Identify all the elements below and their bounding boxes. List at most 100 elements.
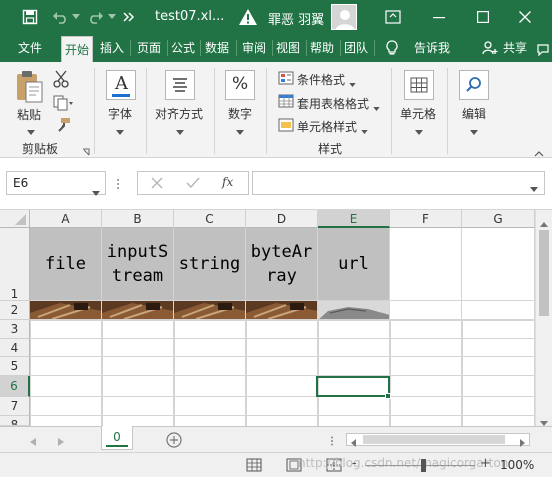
column-header[interactable]: A bbox=[30, 210, 102, 228]
scroll-up-icon[interactable] bbox=[540, 216, 548, 230]
chevron-down-icon[interactable] bbox=[92, 181, 100, 203]
lightbulb-icon[interactable] bbox=[385, 40, 399, 59]
zoom-level[interactable]: 100% bbox=[500, 458, 534, 472]
tab-team[interactable]: 团队 bbox=[341, 34, 371, 62]
header-cell-url[interactable]: url bbox=[318, 228, 390, 301]
cell[interactable] bbox=[462, 228, 535, 301]
row-header[interactable]: 1 bbox=[0, 228, 30, 301]
chevron-down-icon[interactable] bbox=[530, 181, 538, 195]
conditional-format-button[interactable]: 条件格式 bbox=[297, 71, 345, 88]
empty-cells-area[interactable] bbox=[30, 320, 535, 426]
minimize-icon[interactable] bbox=[424, 0, 454, 34]
insert-function-icon[interactable]: fx bbox=[222, 175, 233, 189]
embedded-image[interactable] bbox=[246, 301, 318, 320]
more-options-icon[interactable] bbox=[330, 435, 334, 449]
cell-styles-button[interactable]: 单元格样式 bbox=[297, 118, 357, 135]
font-icon[interactable]: A bbox=[106, 70, 136, 100]
zoom-slider[interactable] bbox=[365, 465, 475, 466]
column-header[interactable]: C bbox=[174, 210, 246, 228]
table-format-button[interactable]: 套用表格格式 bbox=[297, 95, 369, 112]
cells-label[interactable]: 单元格 bbox=[400, 105, 436, 122]
horizontal-scrollbar[interactable] bbox=[346, 433, 530, 447]
cancel-icon[interactable] bbox=[151, 177, 163, 192]
add-sheet-icon[interactable] bbox=[166, 432, 182, 451]
row-header[interactable]: 3 bbox=[0, 320, 30, 339]
row-header[interactable]: 8 bbox=[0, 416, 30, 426]
more-options-icon[interactable] bbox=[116, 178, 120, 193]
chevron-down-icon[interactable] bbox=[415, 124, 423, 138]
maximize-icon[interactable] bbox=[468, 0, 498, 34]
scroll-right-icon[interactable] bbox=[520, 436, 525, 450]
font-label[interactable]: 字体 bbox=[108, 105, 132, 122]
chevron-down-icon[interactable] bbox=[373, 100, 380, 114]
column-header[interactable]: D bbox=[246, 210, 318, 228]
tab-insert[interactable]: 插入 bbox=[97, 34, 127, 62]
percent-icon[interactable]: % bbox=[225, 70, 255, 100]
paste-label[interactable]: 粘贴 bbox=[17, 106, 41, 123]
vertical-scrollbar[interactable] bbox=[535, 210, 552, 426]
conditional-format-icon[interactable] bbox=[278, 71, 294, 88]
column-header[interactable]: B bbox=[102, 210, 174, 228]
tab-review[interactable]: 审阅 bbox=[238, 34, 270, 62]
tell-me-search[interactable]: 告诉我 bbox=[407, 34, 457, 62]
tab-page-layout[interactable]: 页面 bbox=[132, 34, 166, 62]
alignment-icon[interactable] bbox=[165, 70, 195, 100]
normal-view-icon[interactable] bbox=[246, 458, 262, 475]
embedded-image[interactable] bbox=[174, 301, 246, 320]
tab-file[interactable]: 文件 bbox=[10, 34, 50, 62]
prev-sheet-icon[interactable] bbox=[30, 435, 36, 449]
undo-dropdown-icon[interactable] bbox=[70, 0, 82, 34]
chevron-down-icon[interactable] bbox=[116, 124, 124, 138]
user-name[interactable]: 罪恶 羽翼 bbox=[268, 9, 324, 28]
name-box[interactable]: E6 bbox=[6, 171, 106, 196]
vertical-scroll-thumb[interactable] bbox=[539, 230, 549, 316]
customize-toolbar-icon[interactable] bbox=[122, 0, 136, 34]
zoom-slider-thumb[interactable] bbox=[421, 459, 426, 472]
cell[interactable] bbox=[390, 301, 462, 320]
row-header[interactable]: 7 bbox=[0, 397, 30, 416]
cell[interactable] bbox=[390, 228, 462, 301]
zoom-out-button[interactable]: - bbox=[352, 456, 357, 471]
embedded-image[interactable] bbox=[102, 301, 174, 320]
chevron-down-icon[interactable] bbox=[176, 124, 184, 138]
chevron-down-icon[interactable] bbox=[361, 123, 368, 137]
column-header[interactable]: E bbox=[318, 210, 390, 228]
formula-input[interactable] bbox=[252, 171, 545, 195]
embedded-image[interactable] bbox=[318, 301, 390, 320]
cell[interactable] bbox=[462, 301, 535, 320]
sheet-tab[interactable]: 0 bbox=[101, 426, 133, 450]
avatar[interactable] bbox=[331, 4, 357, 30]
redo-icon[interactable] bbox=[86, 0, 106, 34]
share-button[interactable]: 共享 bbox=[500, 34, 530, 62]
paste-icon[interactable] bbox=[15, 70, 45, 107]
next-sheet-icon[interactable] bbox=[58, 435, 64, 449]
chevron-down-icon[interactable] bbox=[27, 124, 35, 138]
row-header[interactable]: 5 bbox=[0, 357, 30, 376]
header-cell-string[interactable]: string bbox=[174, 228, 246, 301]
format-painter-icon[interactable] bbox=[55, 117, 71, 136]
chevron-down-icon[interactable] bbox=[349, 76, 356, 90]
ribbon-display-icon[interactable] bbox=[378, 0, 408, 34]
table-format-icon[interactable] bbox=[278, 94, 294, 111]
scroll-left-icon[interactable] bbox=[351, 436, 356, 450]
row-header[interactable]: 2 bbox=[0, 301, 30, 320]
header-cell-inputstream[interactable]: inputStream bbox=[102, 228, 174, 301]
zoom-in-button[interactable]: + bbox=[480, 456, 491, 471]
tab-help[interactable]: 帮助 bbox=[307, 34, 337, 62]
share-icon[interactable] bbox=[482, 41, 498, 58]
number-label[interactable]: 数字 bbox=[228, 105, 252, 122]
editing-label[interactable]: 编辑 bbox=[462, 105, 486, 122]
cut-icon[interactable] bbox=[53, 70, 71, 91]
column-header[interactable]: F bbox=[390, 210, 462, 228]
active-cell-e6[interactable] bbox=[316, 376, 390, 397]
header-cell-bytearray[interactable]: byteArray bbox=[246, 228, 318, 301]
horizontal-scroll-thumb[interactable] bbox=[363, 435, 505, 444]
select-all-corner[interactable] bbox=[0, 210, 30, 228]
embedded-image[interactable] bbox=[30, 301, 102, 320]
save-icon[interactable] bbox=[18, 0, 42, 34]
fill-handle[interactable] bbox=[385, 393, 391, 399]
confirm-icon[interactable] bbox=[186, 177, 200, 192]
alignment-label[interactable]: 对齐方式 bbox=[155, 105, 203, 122]
column-header[interactable]: G bbox=[462, 210, 535, 228]
warning-icon[interactable] bbox=[238, 8, 258, 26]
